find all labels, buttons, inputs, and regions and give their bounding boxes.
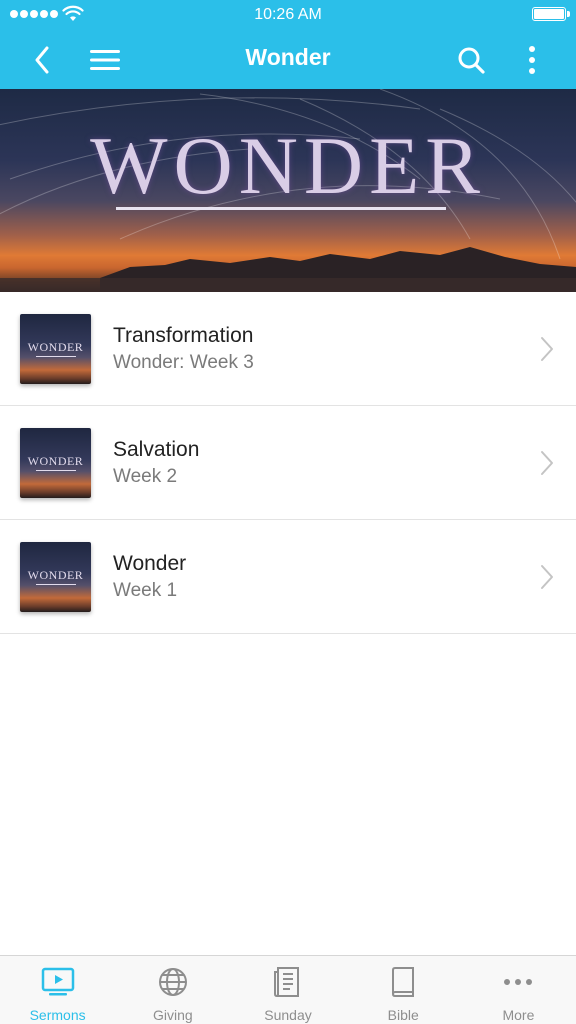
chevron-right-icon [541, 565, 553, 589]
thumbnail-underline [36, 470, 76, 471]
globe-icon [156, 965, 190, 999]
status-bar: 10:26 AM [0, 0, 576, 30]
sermon-list: WONDER Transformation Wonder: Week 3 WON… [0, 292, 576, 634]
top-bar: 10:26 AM Wonder [0, 0, 576, 89]
navigation-bar: Wonder [0, 30, 576, 89]
sermon-title: Salvation [113, 438, 200, 461]
tab-giving[interactable]: Giving [115, 956, 230, 1024]
thumbnail-title: WONDER [27, 568, 84, 582]
tab-bible[interactable]: Bible [346, 956, 461, 1024]
list-item[interactable]: WONDER Transformation Wonder: Week 3 [0, 292, 576, 406]
tab-label: Sermons [29, 1007, 86, 1023]
tab-label: Sunday [264, 1007, 312, 1023]
thumbnail-title: WONDER [27, 454, 84, 468]
sermon-thumbnail: WONDER [20, 428, 91, 498]
sermon-thumbnail: WONDER [20, 314, 91, 384]
thumbnail-underline [36, 584, 76, 585]
status-time: 10:26 AM [254, 6, 322, 23]
banner-title: WONDER [90, 120, 486, 211]
list-item[interactable]: WONDER Wonder Week 1 [0, 520, 576, 634]
sermon-title: Wonder [113, 552, 187, 575]
tab-sunday[interactable]: Sunday [230, 956, 345, 1024]
tv-play-icon [41, 965, 75, 999]
search-button[interactable] [449, 38, 493, 82]
series-banner: WONDER [0, 89, 576, 292]
newspaper-icon [271, 965, 305, 999]
tab-more[interactable]: More [461, 956, 576, 1024]
list-item[interactable]: WONDER Salvation Week 2 [0, 406, 576, 520]
tab-label: Giving [152, 1007, 193, 1023]
chevron-right-icon [541, 337, 553, 361]
sermon-thumbnail: WONDER [20, 542, 91, 612]
sermon-subtitle: Wonder: Week 3 [113, 352, 254, 373]
more-options-button[interactable] [510, 38, 554, 82]
tab-label: More [502, 1007, 535, 1023]
banner-underline [116, 207, 446, 210]
thumbnail-title: WONDER [27, 340, 84, 354]
book-icon [386, 965, 420, 999]
tab-sermons[interactable]: Sermons [0, 956, 115, 1024]
tab-label: Bible [387, 1007, 419, 1023]
vertical-dots-icon [529, 46, 535, 74]
battery-icon [532, 7, 570, 21]
thumbnail-underline [36, 356, 76, 357]
more-dots-icon [501, 965, 535, 999]
search-icon [458, 47, 485, 74]
sermon-subtitle: Week 2 [113, 466, 178, 487]
chevron-right-icon [541, 451, 553, 475]
tab-bar: Sermons Giving Sunday Bible More [0, 955, 576, 1024]
sermon-subtitle: Week 1 [113, 580, 178, 601]
sermon-title: Transformation [113, 324, 254, 347]
